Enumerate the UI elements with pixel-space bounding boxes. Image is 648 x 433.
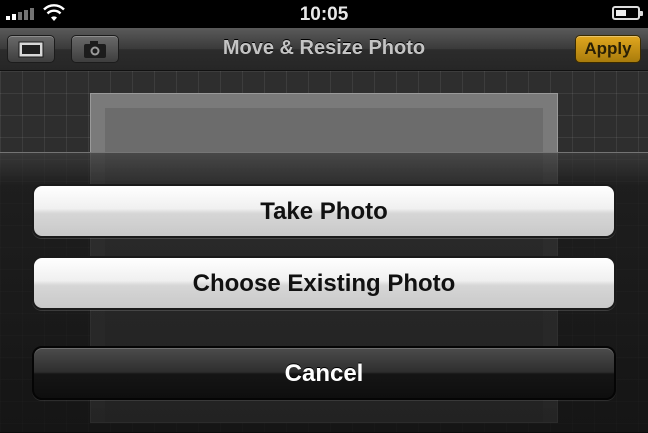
choose-existing-photo-button[interactable]: Choose Existing Photo: [32, 256, 616, 310]
cancel-button[interactable]: Cancel: [32, 346, 616, 400]
apply-button[interactable]: Apply: [575, 35, 641, 63]
battery-icon: [612, 6, 643, 20]
navigation-bar: Move & Resize Photo Apply: [0, 28, 648, 71]
action-sheet: Take Photo Choose Existing Photo Cancel: [0, 152, 648, 433]
take-photo-button[interactable]: Take Photo: [32, 184, 616, 238]
status-bar: 10:05: [0, 0, 648, 28]
status-time: 10:05: [299, 4, 349, 25]
page-title: Move & Resize Photo: [222, 37, 426, 59]
